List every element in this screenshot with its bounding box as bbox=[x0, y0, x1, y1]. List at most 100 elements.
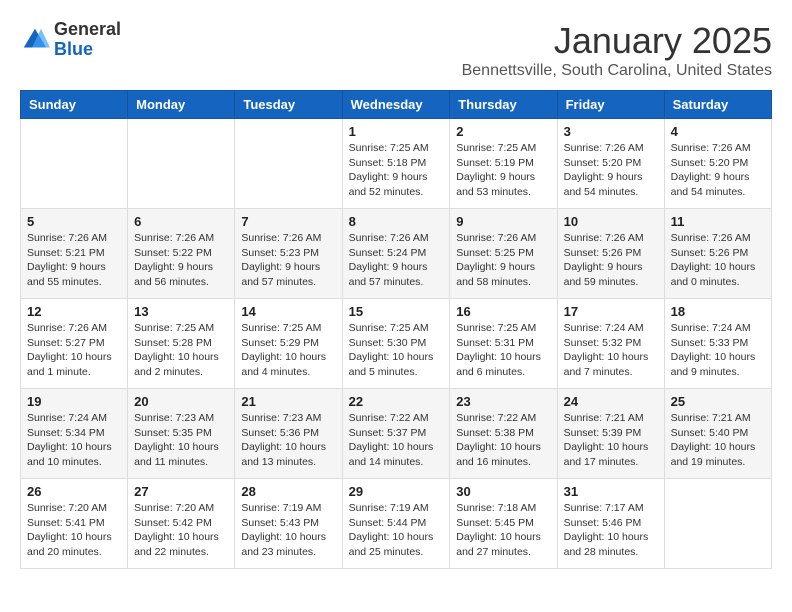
page-header: General Blue January 2025 Bennettsville,… bbox=[20, 20, 772, 80]
day-info: Sunrise: 7:24 AM Sunset: 5:32 PM Dayligh… bbox=[564, 321, 658, 380]
day-number: 30 bbox=[456, 484, 550, 499]
logo-general: General bbox=[54, 20, 121, 40]
day-info: Sunrise: 7:26 AM Sunset: 5:25 PM Dayligh… bbox=[456, 231, 550, 290]
calendar-cell: 2Sunrise: 7:25 AM Sunset: 5:19 PM Daylig… bbox=[450, 119, 557, 209]
calendar-week-row: 1 Sunrise: 7:25 AM Sunset: 5:18 PM Daylig… bbox=[21, 119, 772, 209]
calendar-cell: 10 Sunrise: 7:26 AM Sunset: 5:26 PM Dayli… bbox=[557, 209, 664, 299]
logo-blue: Blue bbox=[54, 40, 121, 60]
day-number: 1 bbox=[349, 124, 444, 139]
calendar-cell: 11 Sunrise: 7:26 AM Sunset: 5:26 PM Dayli… bbox=[664, 209, 771, 299]
day-info: Sunrise: 7:25 AM Sunset: 5:28 PM Dayligh… bbox=[134, 321, 228, 380]
day-info: Sunrise: 7:26 AM Sunset: 5:20 PM Dayligh… bbox=[564, 141, 658, 200]
day-info: Sunrise: 7:18 AM Sunset: 5:45 PM Dayligh… bbox=[456, 501, 550, 560]
day-info: Sunrise: 7:20 AM Sunset: 5:41 PM Dayligh… bbox=[27, 501, 121, 560]
day-number: 23 bbox=[456, 394, 550, 409]
calendar-cell: 28Sunrise: 7:19 AM Sunset: 5:43 PM Dayli… bbox=[235, 479, 342, 569]
day-info: Sunrise: 7:26 AM Sunset: 5:22 PM Dayligh… bbox=[134, 231, 228, 290]
calendar-cell: 9 Sunrise: 7:26 AM Sunset: 5:25 PM Daylig… bbox=[450, 209, 557, 299]
day-info: Sunrise: 7:21 AM Sunset: 5:39 PM Dayligh… bbox=[564, 411, 658, 470]
day-number: 29 bbox=[349, 484, 444, 499]
calendar-cell: 31 Sunrise: 7:17 AM Sunset: 5:46 PM Dayli… bbox=[557, 479, 664, 569]
calendar-cell: 4Sunrise: 7:26 AM Sunset: 5:20 PM Daylig… bbox=[664, 119, 771, 209]
calendar-cell: 30 Sunrise: 7:18 AM Sunset: 5:45 PM Dayli… bbox=[450, 479, 557, 569]
day-info: Sunrise: 7:26 AM Sunset: 5:23 PM Dayligh… bbox=[241, 231, 335, 290]
day-info: Sunrise: 7:25 AM Sunset: 5:30 PM Dayligh… bbox=[349, 321, 444, 380]
calendar-cell: 15 Sunrise: 7:25 AM Sunset: 5:30 PM Dayli… bbox=[342, 299, 450, 389]
calendar-cell: 17Sunrise: 7:24 AM Sunset: 5:32 PM Dayli… bbox=[557, 299, 664, 389]
calendar-cell: 18 Sunrise: 7:24 AM Sunset: 5:33 PM Dayli… bbox=[664, 299, 771, 389]
day-info: Sunrise: 7:24 AM Sunset: 5:33 PM Dayligh… bbox=[671, 321, 765, 380]
day-info: Sunrise: 7:20 AM Sunset: 5:42 PM Dayligh… bbox=[134, 501, 228, 560]
day-info: Sunrise: 7:25 AM Sunset: 5:31 PM Dayligh… bbox=[456, 321, 550, 380]
day-of-week-header: Tuesday bbox=[235, 91, 342, 119]
calendar-cell: 6 Sunrise: 7:26 AM Sunset: 5:22 PM Daylig… bbox=[128, 209, 235, 299]
calendar-cell: 5Sunrise: 7:26 AM Sunset: 5:21 PM Daylig… bbox=[21, 209, 128, 299]
calendar-cell: 26Sunrise: 7:20 AM Sunset: 5:41 PM Dayli… bbox=[21, 479, 128, 569]
day-number: 14 bbox=[241, 304, 335, 319]
calendar-week-row: 26Sunrise: 7:20 AM Sunset: 5:41 PM Dayli… bbox=[21, 479, 772, 569]
day-of-week-header: Sunday bbox=[21, 91, 128, 119]
calendar-cell: 24 Sunrise: 7:21 AM Sunset: 5:39 PM Dayli… bbox=[557, 389, 664, 479]
day-of-week-header: Wednesday bbox=[342, 91, 450, 119]
day-info: Sunrise: 7:25 AM Sunset: 5:18 PM Dayligh… bbox=[349, 141, 444, 200]
day-number: 5 bbox=[27, 214, 121, 229]
day-info: Sunrise: 7:26 AM Sunset: 5:26 PM Dayligh… bbox=[671, 231, 765, 290]
day-of-week-header: Thursday bbox=[450, 91, 557, 119]
day-info: Sunrise: 7:24 AM Sunset: 5:34 PM Dayligh… bbox=[27, 411, 121, 470]
day-info: Sunrise: 7:17 AM Sunset: 5:46 PM Dayligh… bbox=[564, 501, 658, 560]
logo-icon bbox=[20, 25, 50, 55]
calendar-cell: 3 Sunrise: 7:26 AM Sunset: 5:20 PM Daylig… bbox=[557, 119, 664, 209]
day-number: 22 bbox=[349, 394, 444, 409]
calendar-cell: 8Sunrise: 7:26 AM Sunset: 5:24 PM Daylig… bbox=[342, 209, 450, 299]
calendar-cell: 23 Sunrise: 7:22 AM Sunset: 5:38 PM Dayli… bbox=[450, 389, 557, 479]
day-info: Sunrise: 7:19 AM Sunset: 5:44 PM Dayligh… bbox=[349, 501, 444, 560]
day-number: 31 bbox=[564, 484, 658, 499]
day-info: Sunrise: 7:26 AM Sunset: 5:20 PM Dayligh… bbox=[671, 141, 765, 200]
day-info: Sunrise: 7:25 AM Sunset: 5:29 PM Dayligh… bbox=[241, 321, 335, 380]
location-title: Bennettsville, South Carolina, United St… bbox=[462, 62, 772, 80]
day-info: Sunrise: 7:23 AM Sunset: 5:35 PM Dayligh… bbox=[134, 411, 228, 470]
day-number: 10 bbox=[564, 214, 658, 229]
day-info: Sunrise: 7:19 AM Sunset: 5:43 PM Dayligh… bbox=[241, 501, 335, 560]
calendar-cell bbox=[664, 479, 771, 569]
day-number: 24 bbox=[564, 394, 658, 409]
calendar-cell: 21Sunrise: 7:23 AM Sunset: 5:36 PM Dayli… bbox=[235, 389, 342, 479]
day-number: 18 bbox=[671, 304, 765, 319]
day-info: Sunrise: 7:22 AM Sunset: 5:38 PM Dayligh… bbox=[456, 411, 550, 470]
day-number: 25 bbox=[671, 394, 765, 409]
calendar-cell bbox=[128, 119, 235, 209]
calendar-week-row: 19Sunrise: 7:24 AM Sunset: 5:34 PM Dayli… bbox=[21, 389, 772, 479]
day-info: Sunrise: 7:26 AM Sunset: 5:26 PM Dayligh… bbox=[564, 231, 658, 290]
day-number: 7 bbox=[241, 214, 335, 229]
calendar-cell: 16 Sunrise: 7:25 AM Sunset: 5:31 PM Dayli… bbox=[450, 299, 557, 389]
calendar-cell: 27Sunrise: 7:20 AM Sunset: 5:42 PM Dayli… bbox=[128, 479, 235, 569]
calendar-cell bbox=[235, 119, 342, 209]
day-number: 16 bbox=[456, 304, 550, 319]
calendar-cell: 19Sunrise: 7:24 AM Sunset: 5:34 PM Dayli… bbox=[21, 389, 128, 479]
calendar-week-row: 12Sunrise: 7:26 AM Sunset: 5:27 PM Dayli… bbox=[21, 299, 772, 389]
day-number: 6 bbox=[134, 214, 228, 229]
day-info: Sunrise: 7:25 AM Sunset: 5:19 PM Dayligh… bbox=[456, 141, 550, 200]
title-block: January 2025 Bennettsville, South Caroli… bbox=[462, 20, 772, 80]
day-info: Sunrise: 7:22 AM Sunset: 5:37 PM Dayligh… bbox=[349, 411, 444, 470]
calendar-cell: 22 Sunrise: 7:22 AM Sunset: 5:37 PM Dayli… bbox=[342, 389, 450, 479]
day-number: 13 bbox=[134, 304, 228, 319]
month-title: January 2025 bbox=[462, 20, 772, 62]
calendar-cell: 1 Sunrise: 7:25 AM Sunset: 5:18 PM Daylig… bbox=[342, 119, 450, 209]
day-of-week-header: Monday bbox=[128, 91, 235, 119]
calendar-week-row: 5Sunrise: 7:26 AM Sunset: 5:21 PM Daylig… bbox=[21, 209, 772, 299]
calendar-cell: 14 Sunrise: 7:25 AM Sunset: 5:29 PM Dayli… bbox=[235, 299, 342, 389]
calendar-cell: 13 Sunrise: 7:25 AM Sunset: 5:28 PM Dayli… bbox=[128, 299, 235, 389]
day-number: 3 bbox=[564, 124, 658, 139]
calendar-cell: 12Sunrise: 7:26 AM Sunset: 5:27 PM Dayli… bbox=[21, 299, 128, 389]
calendar-cell: 20 Sunrise: 7:23 AM Sunset: 5:35 PM Dayli… bbox=[128, 389, 235, 479]
day-of-week-header: Saturday bbox=[664, 91, 771, 119]
day-number: 15 bbox=[349, 304, 444, 319]
calendar-cell: 25Sunrise: 7:21 AM Sunset: 5:40 PM Dayli… bbox=[664, 389, 771, 479]
day-number: 11 bbox=[671, 214, 765, 229]
day-number: 9 bbox=[456, 214, 550, 229]
day-number: 21 bbox=[241, 394, 335, 409]
day-of-week-header: Friday bbox=[557, 91, 664, 119]
day-number: 20 bbox=[134, 394, 228, 409]
calendar-cell: 29 Sunrise: 7:19 AM Sunset: 5:44 PM Dayli… bbox=[342, 479, 450, 569]
